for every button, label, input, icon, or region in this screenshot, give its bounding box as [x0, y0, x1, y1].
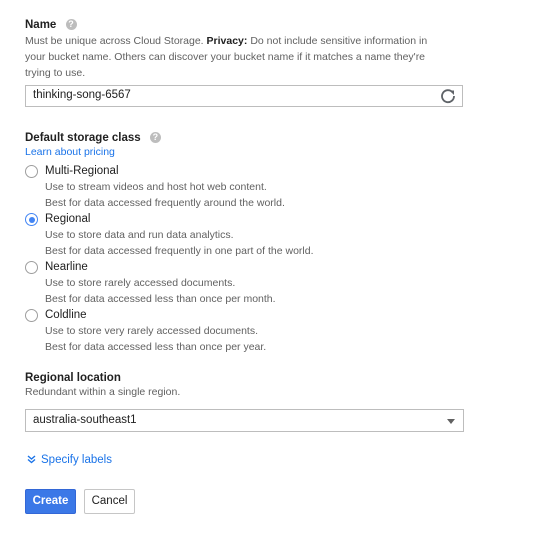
option-line: Use to store very rarely accessed docume… [45, 325, 259, 337]
desc-text: Do not include sensitive information in [247, 35, 428, 47]
option-line: Best for data accessed less than once pe… [45, 341, 267, 353]
refresh-icon[interactable] [440, 88, 456, 104]
regional-location-desc: Redundant within a single region. [25, 386, 181, 398]
learn-about-pricing-link[interactable]: Learn about pricing [25, 146, 115, 158]
option-line: Best for data accessed less than once pe… [45, 293, 276, 305]
option-line: Use to stream videos and host hot web co… [45, 181, 267, 193]
option-label: Coldline [45, 309, 87, 321]
radio-regional[interactable] [25, 213, 38, 226]
specify-labels-text: Specify labels [41, 454, 112, 466]
help-icon[interactable]: ? [65, 19, 77, 31]
storage-class-title-text: Default storage class [25, 132, 141, 144]
help-icon[interactable]: ? [149, 132, 161, 144]
create-button[interactable]: Create [25, 489, 76, 514]
name-title-text: Name [25, 19, 57, 31]
option-line: Use to store data and run data analytics… [45, 229, 234, 241]
name-description: Must be unique across Cloud Storage. Pri… [25, 33, 485, 81]
cancel-button[interactable]: Cancel [84, 489, 135, 514]
regional-location-select[interactable]: australia-southeast1 [25, 409, 464, 432]
bucket-name-field[interactable] [25, 85, 463, 107]
chevron-double-down-icon [27, 455, 36, 464]
option-line: Best for data accessed frequently around… [45, 197, 285, 209]
option-label: Nearline [45, 261, 88, 273]
radio-nearline[interactable] [25, 261, 38, 274]
option-label: Multi-Regional [45, 165, 119, 177]
radio-coldline[interactable] [25, 309, 38, 322]
storage-class-title: Default storage class ? [25, 132, 161, 144]
option-line: Best for data accessed frequently in one… [45, 245, 314, 257]
bucket-name-input[interactable] [33, 89, 433, 101]
regional-location-title: Regional location [25, 372, 121, 384]
specify-labels-toggle[interactable]: Specify labels [27, 454, 112, 466]
desc-text: trying to use. [25, 67, 86, 79]
selected-location: australia-southeast1 [33, 414, 137, 426]
name-section-title: Name ? [25, 19, 77, 31]
option-line: Use to store rarely accessed documents. [45, 277, 236, 289]
privacy-label: Privacy: [206, 35, 248, 47]
dropdown-caret-icon [447, 419, 455, 424]
option-desc: Use to store data and run data analytics… [45, 227, 314, 259]
radio-multi-regional[interactable] [25, 165, 38, 178]
option-desc: Use to store very rarely accessed docume… [45, 323, 266, 355]
desc-text: your bucket name. Others can discover yo… [25, 51, 426, 63]
option-desc: Use to store rarely accessed documents. … [45, 275, 276, 307]
option-desc: Use to stream videos and host hot web co… [45, 179, 285, 211]
desc-text: Must be unique across Cloud Storage. [25, 35, 207, 47]
option-label: Regional [45, 213, 91, 225]
